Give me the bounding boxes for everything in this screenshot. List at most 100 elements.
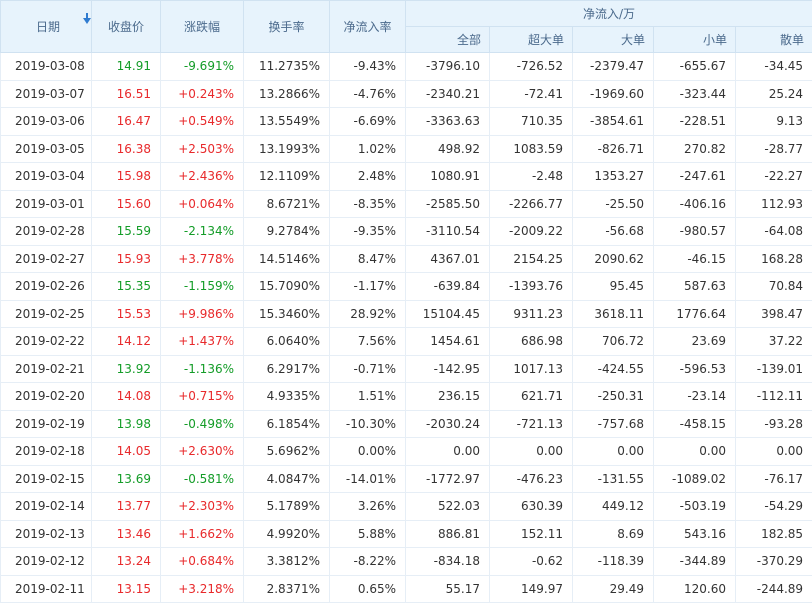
cell-close: 13.15 — [92, 575, 161, 603]
cell-date: 2019-02-15 — [1, 465, 92, 493]
header-small[interactable]: 散单 — [736, 27, 812, 53]
cell-medium: 0.00 — [654, 438, 736, 466]
table-row: 2019-02-2014.08+0.715%4.9335%1.51%236.15… — [1, 383, 812, 411]
cell-all: -142.95 — [406, 355, 490, 383]
cell-large: 95.45 — [573, 273, 654, 301]
table-row: 2019-02-2515.53+9.986%15.3460%28.92%1510… — [1, 300, 812, 328]
cell-rate: -6.69% — [330, 108, 406, 136]
cell-large: 1353.27 — [573, 163, 654, 191]
cell-all: -639.84 — [406, 273, 490, 301]
cell-small: -244.89 — [736, 575, 812, 603]
cell-close: 16.51 — [92, 80, 161, 108]
cell-change: -1.159% — [161, 273, 244, 301]
cell-date: 2019-02-18 — [1, 438, 92, 466]
table-row: 2019-02-1814.05+2.630%5.6962%0.00%0.000.… — [1, 438, 812, 466]
cell-turnover: 13.2866% — [244, 80, 330, 108]
cell-date: 2019-02-26 — [1, 273, 92, 301]
cell-rate: -9.43% — [330, 53, 406, 81]
header-date[interactable]: 日期 — [1, 1, 92, 53]
cell-rate: -4.76% — [330, 80, 406, 108]
cell-change: +0.549% — [161, 108, 244, 136]
cell-close: 15.98 — [92, 163, 161, 191]
table-row: 2019-02-2113.92-1.136%6.2917%-0.71%-142.… — [1, 355, 812, 383]
cell-small: 168.28 — [736, 245, 812, 273]
cell-xl: -2009.22 — [490, 218, 573, 246]
cell-medium: -458.15 — [654, 410, 736, 438]
cell-date: 2019-02-22 — [1, 328, 92, 356]
cell-turnover: 6.1854% — [244, 410, 330, 438]
cell-large: 29.49 — [573, 575, 654, 603]
cell-large: 0.00 — [573, 438, 654, 466]
header-medium[interactable]: 小单 — [654, 27, 736, 53]
cell-turnover: 13.1993% — [244, 135, 330, 163]
cell-large: -56.68 — [573, 218, 654, 246]
cell-all: 15104.45 — [406, 300, 490, 328]
table-row: 2019-03-0716.51+0.243%13.2866%-4.76%-234… — [1, 80, 812, 108]
header-all[interactable]: 全部 — [406, 27, 490, 53]
header-xl[interactable]: 超大单 — [490, 27, 573, 53]
cell-close: 13.77 — [92, 493, 161, 521]
cell-date: 2019-02-11 — [1, 575, 92, 603]
header-turnover[interactable]: 换手率 — [244, 1, 330, 53]
cell-date: 2019-02-12 — [1, 548, 92, 576]
cell-small: -76.17 — [736, 465, 812, 493]
cell-rate: 8.47% — [330, 245, 406, 273]
cell-turnover: 5.6962% — [244, 438, 330, 466]
cell-close: 14.91 — [92, 53, 161, 81]
cell-large: -25.50 — [573, 190, 654, 218]
cell-large: -131.55 — [573, 465, 654, 493]
table-row: 2019-02-1513.69-0.581%4.0847%-14.01%-177… — [1, 465, 812, 493]
cell-turnover: 14.5146% — [244, 245, 330, 273]
cell-large: 706.72 — [573, 328, 654, 356]
cell-xl: 710.35 — [490, 108, 573, 136]
cell-all: -3110.54 — [406, 218, 490, 246]
cell-small: -22.27 — [736, 163, 812, 191]
header-close[interactable]: 收盘价 — [92, 1, 161, 53]
cell-medium: 543.16 — [654, 520, 736, 548]
cell-change: +1.437% — [161, 328, 244, 356]
cell-turnover: 15.3460% — [244, 300, 330, 328]
header-change[interactable]: 涨跌幅 — [161, 1, 244, 53]
cell-change: +9.986% — [161, 300, 244, 328]
cell-all: -2340.21 — [406, 80, 490, 108]
cell-xl: 686.98 — [490, 328, 573, 356]
table-row: 2019-02-2214.12+1.437%6.0640%7.56%1454.6… — [1, 328, 812, 356]
cell-rate: 7.56% — [330, 328, 406, 356]
cell-change: +0.064% — [161, 190, 244, 218]
cell-change: +2.503% — [161, 135, 244, 163]
cell-large: 3618.11 — [573, 300, 654, 328]
cell-rate: 2.48% — [330, 163, 406, 191]
header-net-rate[interactable]: 净流入率 — [330, 1, 406, 53]
cell-small: -34.45 — [736, 53, 812, 81]
cell-large: 8.69 — [573, 520, 654, 548]
header-large[interactable]: 大单 — [573, 27, 654, 53]
cell-change: +1.662% — [161, 520, 244, 548]
cell-change: +0.684% — [161, 548, 244, 576]
cell-date: 2019-03-01 — [1, 190, 92, 218]
cell-large: 2090.62 — [573, 245, 654, 273]
cell-xl: -726.52 — [490, 53, 573, 81]
cell-close: 13.69 — [92, 465, 161, 493]
sort-down-icon[interactable] — [83, 18, 91, 24]
cell-date: 2019-02-25 — [1, 300, 92, 328]
cell-rate: -8.35% — [330, 190, 406, 218]
cell-date: 2019-02-21 — [1, 355, 92, 383]
cell-medium: -323.44 — [654, 80, 736, 108]
cell-medium: -344.89 — [654, 548, 736, 576]
cell-medium: -980.57 — [654, 218, 736, 246]
cell-change: +2.303% — [161, 493, 244, 521]
cell-close: 15.35 — [92, 273, 161, 301]
cell-large: -118.39 — [573, 548, 654, 576]
table-row: 2019-02-2615.35-1.159%15.7090%-1.17%-639… — [1, 273, 812, 301]
cell-rate: -8.22% — [330, 548, 406, 576]
table-body: 2019-03-0814.91-9.691%11.2735%-9.43%-379… — [1, 53, 812, 603]
cell-date: 2019-02-20 — [1, 383, 92, 411]
cell-rate: -9.35% — [330, 218, 406, 246]
table-row: 2019-03-0814.91-9.691%11.2735%-9.43%-379… — [1, 53, 812, 81]
cell-change: -1.136% — [161, 355, 244, 383]
cell-all: 886.81 — [406, 520, 490, 548]
cell-xl: -0.62 — [490, 548, 573, 576]
cell-change: +3.218% — [161, 575, 244, 603]
cell-medium: -228.51 — [654, 108, 736, 136]
cell-all: -3796.10 — [406, 53, 490, 81]
